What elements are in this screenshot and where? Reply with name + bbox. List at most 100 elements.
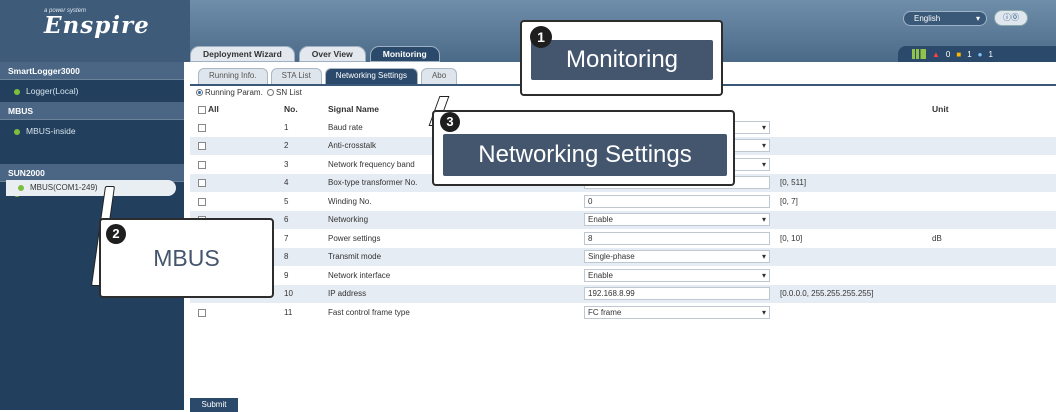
value-unit bbox=[924, 136, 1056, 155]
row-checkbox[interactable] bbox=[198, 179, 206, 188]
chevron-down-icon: ▾ bbox=[761, 307, 766, 317]
alarm-bar[interactable]: ▲ 0 ■ 1 ● 1 bbox=[898, 46, 1056, 62]
select-all-label: All bbox=[208, 104, 219, 114]
signal-name: Network interface bbox=[328, 270, 391, 280]
value-range bbox=[772, 210, 924, 229]
table-row: 6 Networking Enable ▾ bbox=[190, 210, 1056, 229]
row-select-cell bbox=[190, 303, 276, 322]
chevron-down-icon: ▾ bbox=[761, 252, 766, 262]
row-number: 7 bbox=[284, 233, 289, 243]
tab-sta-list[interactable]: STA List bbox=[270, 68, 322, 84]
signal-name: Power settings bbox=[328, 233, 381, 243]
signal-strength-icon bbox=[912, 49, 926, 59]
radio-sn-list[interactable] bbox=[267, 89, 275, 97]
language-select[interactable]: English ▾ bbox=[903, 11, 987, 26]
header-range bbox=[772, 100, 924, 118]
chevron-down-icon: ▾ bbox=[761, 122, 766, 132]
value-cell: 192.168.8.99 bbox=[576, 284, 772, 303]
tab-networking-settings[interactable]: Networking Settings bbox=[324, 68, 418, 84]
chevron-down-icon: ▾ bbox=[761, 215, 766, 225]
sidebar-item-logger[interactable]: Logger(Local) bbox=[0, 80, 184, 102]
value-unit bbox=[924, 173, 1056, 192]
row-checkbox[interactable] bbox=[198, 142, 206, 151]
table-row: 9 Network interface Enable ▾ bbox=[190, 266, 1056, 285]
sidebar-device-header[interactable]: SmartLogger3000 bbox=[0, 62, 184, 80]
callout-networking-settings: Networking Settings bbox=[432, 110, 735, 186]
row-checkbox[interactable] bbox=[198, 308, 206, 317]
value-select[interactable]: FC frame ▾ bbox=[584, 305, 770, 319]
signal-name: IP address bbox=[320, 284, 576, 303]
language-label: English bbox=[914, 14, 941, 23]
value-input[interactable]: 192.168.8.99 bbox=[584, 287, 770, 301]
radio-label: SN List bbox=[276, 88, 302, 97]
value-select[interactable]: Single-phase ▾ bbox=[584, 250, 770, 264]
row-select-cell bbox=[190, 118, 276, 137]
tab-overview[interactable]: Over View bbox=[298, 46, 366, 62]
value-cell: Single-phase ▾ bbox=[576, 247, 772, 266]
row-number: 4 bbox=[276, 173, 320, 192]
row-number: 9 bbox=[284, 270, 289, 280]
tab-deployment-wizard[interactable]: Deployment Wizard bbox=[190, 46, 295, 62]
signal-name: Winding No. bbox=[328, 196, 372, 206]
value-range bbox=[772, 303, 924, 322]
logo-text: Enspire bbox=[44, 12, 150, 39]
value-unit bbox=[924, 118, 1056, 137]
value-range: [0.0.0.0, 255.255.255.255] bbox=[772, 284, 924, 303]
header-unit: Unit bbox=[924, 100, 1056, 118]
status-dot-icon bbox=[14, 128, 20, 135]
value-cell: Enable ▾ bbox=[576, 210, 772, 229]
callout-label: Networking Settings bbox=[443, 134, 727, 176]
signal-name: Networking bbox=[320, 210, 576, 229]
tab-about[interactable]: Abo bbox=[420, 68, 458, 84]
value-input[interactable]: 8 bbox=[584, 231, 770, 245]
radio-label: Running Param. bbox=[205, 88, 263, 97]
major-alarm-count: 1 bbox=[967, 49, 972, 59]
sidebar-item-mbus-inside[interactable]: MBUS-inside bbox=[0, 120, 184, 142]
field-value: Single-phase bbox=[588, 252, 635, 262]
value-unit bbox=[924, 284, 1056, 303]
chevron-down-icon: ▾ bbox=[761, 270, 766, 280]
value-select[interactable]: Enable ▾ bbox=[584, 213, 770, 227]
value-input[interactable]: 0 bbox=[584, 194, 770, 208]
row-checkbox[interactable] bbox=[198, 160, 206, 169]
value-range bbox=[772, 247, 924, 266]
critical-alarm-icon: ▲ bbox=[932, 49, 940, 59]
value-range bbox=[772, 266, 924, 285]
value-unit bbox=[924, 303, 1056, 322]
signal-name: Transmit mode bbox=[320, 247, 576, 266]
tab-monitoring[interactable]: Monitoring bbox=[369, 46, 440, 62]
value-select[interactable]: Enable ▾ bbox=[584, 268, 770, 282]
table-row: 7 Power settings 8 [0, 10] dB bbox=[190, 229, 1056, 248]
row-number: 1 bbox=[284, 122, 289, 132]
row-number: 10 bbox=[276, 284, 320, 303]
logo: a power system Enspire bbox=[0, 0, 190, 62]
field-value: FC frame bbox=[588, 307, 622, 317]
row-checkbox[interactable] bbox=[198, 123, 206, 132]
select-all-header[interactable]: All bbox=[190, 100, 276, 118]
sidebar-group-mbus[interactable]: MBUS bbox=[0, 102, 184, 120]
row-checkbox[interactable] bbox=[198, 197, 206, 206]
row-select-cell bbox=[190, 173, 276, 192]
chevron-down-icon: ▾ bbox=[761, 141, 766, 151]
tab-running-info[interactable]: Running Info. bbox=[198, 68, 268, 84]
row-number: 11 bbox=[284, 307, 293, 317]
row-select-cell bbox=[190, 192, 276, 211]
select-all-checkbox[interactable] bbox=[198, 105, 206, 114]
status-dot-icon bbox=[14, 88, 20, 95]
radio-running-param[interactable] bbox=[196, 89, 203, 97]
callout-number-2: 2 bbox=[106, 224, 126, 244]
chevron-down-icon: ▾ bbox=[975, 14, 980, 23]
table-row: 5 Winding No. 0 [0, 7] bbox=[190, 192, 1056, 211]
row-number: 2 bbox=[276, 136, 320, 155]
value-cell: 8 bbox=[576, 229, 772, 248]
help-button[interactable]: ⓘ⓪ bbox=[994, 10, 1028, 26]
value-cell: Enable ▾ bbox=[576, 266, 772, 285]
value-range: [0, 10] bbox=[780, 233, 803, 243]
value-range bbox=[772, 155, 924, 174]
field-value: Enable bbox=[588, 215, 613, 225]
row-number: 8 bbox=[276, 247, 320, 266]
field-value: Enable bbox=[588, 270, 613, 280]
sidebar-item-mbus-com[interactable]: MBUS(COM1-249) bbox=[6, 180, 176, 196]
row-number: 5 bbox=[284, 196, 289, 206]
callout-number-3: 3 bbox=[440, 112, 460, 132]
